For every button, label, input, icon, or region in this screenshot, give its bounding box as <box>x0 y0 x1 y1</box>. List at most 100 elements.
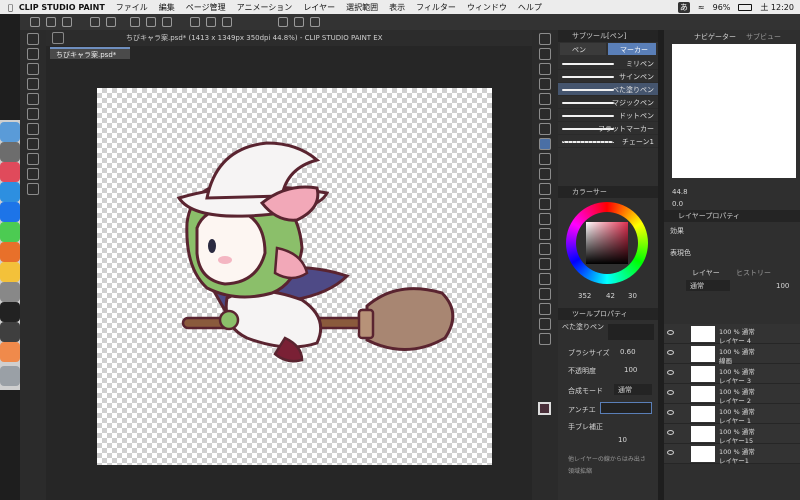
tab-history[interactable]: ヒストリー <box>736 268 771 278</box>
frame-tool-icon[interactable] <box>539 273 551 285</box>
tool-slot-3-icon[interactable] <box>27 63 39 75</box>
apple-icon[interactable]:  <box>8 3 13 12</box>
transform-icon[interactable] <box>146 17 156 27</box>
deselect-icon[interactable] <box>190 17 200 27</box>
tab-navigator[interactable]: ナビゲーター <box>694 32 736 42</box>
brush-item[interactable]: マジックペン <box>558 96 658 109</box>
layer-row[interactable]: 100 % 通常 レイヤー 2 <box>664 384 800 405</box>
document-tab[interactable]: ちびキャラ案.psd* <box>50 47 130 59</box>
balloon-tool-icon[interactable] <box>539 318 551 330</box>
pen-tool-icon[interactable] <box>539 138 551 150</box>
redo-icon[interactable] <box>106 17 116 27</box>
app-menu[interactable]: CLIP STUDIO PAINT <box>19 3 105 12</box>
tool-slot-11-icon[interactable] <box>27 183 39 195</box>
wifi-icon[interactable]: ≈ <box>698 3 705 12</box>
menu-page[interactable]: ページ管理 <box>186 2 226 13</box>
invert-icon[interactable] <box>222 17 232 27</box>
brush-item[interactable]: チェーン1 <box>558 135 658 148</box>
layer-row[interactable]: 100 % 通常 線画 <box>664 344 800 365</box>
blend-tool-icon[interactable] <box>539 213 551 225</box>
layer-row[interactable]: 100 % 通常 レイヤー1 <box>664 444 800 465</box>
brush-size-value[interactable]: 0.60 <box>620 348 636 356</box>
brush-tool-icon[interactable] <box>539 183 551 195</box>
menu-edit[interactable]: 編集 <box>159 2 175 13</box>
eye-icon[interactable] <box>667 330 674 335</box>
open-file-icon[interactable] <box>46 17 56 27</box>
eye-icon[interactable] <box>667 410 674 415</box>
select-tool-icon[interactable] <box>539 78 551 90</box>
snap-grid-icon[interactable] <box>310 17 320 27</box>
brush-item[interactable]: サインペン <box>558 70 658 83</box>
dock-app-launchpad[interactable] <box>0 142 20 162</box>
blend-mode-select[interactable]: 通常 <box>614 384 652 395</box>
pencil-tool-icon[interactable] <box>539 153 551 165</box>
opacity-value[interactable]: 100 <box>624 366 637 374</box>
menu-view[interactable]: 表示 <box>389 2 405 13</box>
menu-filter[interactable]: フィルター <box>416 2 456 13</box>
clock[interactable]: 土 12:20 <box>760 2 794 13</box>
navigator-preview[interactable] <box>672 44 796 178</box>
text-tool-icon[interactable] <box>539 303 551 315</box>
new-file-icon[interactable] <box>30 17 40 27</box>
brush-item[interactable]: ミリペン <box>558 57 658 70</box>
layer-row[interactable]: 100 % 通常 レイヤー 3 <box>664 364 800 385</box>
antialias-options[interactable] <box>600 402 652 414</box>
dock-app-terminal[interactable] <box>0 302 20 322</box>
menu-layer[interactable]: レイヤー <box>303 2 335 13</box>
gradient-tool-icon[interactable] <box>539 243 551 255</box>
dock-app-finder[interactable] <box>0 122 20 142</box>
input-mode-indicator[interactable]: あ <box>677 1 690 13</box>
dock-app-firefox[interactable] <box>0 242 20 262</box>
lasso-tool-icon[interactable] <box>539 93 551 105</box>
dock-app-music[interactable] <box>0 162 20 182</box>
canvas-window-buttons-icon[interactable] <box>52 32 64 44</box>
tool-slot-5-icon[interactable] <box>27 93 39 105</box>
eyedropper-tool-icon[interactable] <box>539 123 551 135</box>
tab-layer[interactable]: レイヤー <box>692 268 720 278</box>
battery-percent[interactable]: 96% <box>713 3 731 12</box>
eraser-tool-icon[interactable] <box>539 198 551 210</box>
eye-icon[interactable] <box>667 450 674 455</box>
subtool-tab-pen[interactable]: ペン <box>560 43 606 55</box>
dock-app-clipstudio[interactable] <box>0 322 20 342</box>
eye-icon[interactable] <box>667 370 674 375</box>
ruler-tool-icon[interactable] <box>539 288 551 300</box>
color-wheel[interactable] <box>566 202 648 284</box>
layer-blend-select[interactable]: 通常 <box>686 280 730 291</box>
clear-icon[interactable] <box>130 17 140 27</box>
eye-icon[interactable] <box>667 430 674 435</box>
tool-slot-2-icon[interactable] <box>27 48 39 60</box>
figure-tool-icon[interactable] <box>539 258 551 270</box>
zoom-tool-icon[interactable] <box>539 33 551 45</box>
airbrush-tool-icon[interactable] <box>539 168 551 180</box>
main-color-swatch[interactable] <box>538 402 551 415</box>
snap-special-ruler-icon[interactable] <box>294 17 304 27</box>
tool-slot-6-icon[interactable] <box>27 108 39 120</box>
subtool-tab-marker[interactable]: マーカー <box>608 43 656 55</box>
layer-row[interactable]: 100 % 通常 レイヤー15 <box>664 424 800 445</box>
brush-item[interactable]: ドットペン <box>558 109 658 122</box>
drawing-canvas[interactable] <box>97 88 492 465</box>
navigator-zoom[interactable]: 44.8 <box>672 188 688 196</box>
fill-icon[interactable] <box>162 17 172 27</box>
wand-tool-icon[interactable] <box>539 108 551 120</box>
menu-selection[interactable]: 選択範囲 <box>346 2 378 13</box>
tool-slot-4-icon[interactable] <box>27 78 39 90</box>
tool-slot-7-icon[interactable] <box>27 123 39 135</box>
dock-app-trash[interactable] <box>0 366 20 386</box>
tool-slot-10-icon[interactable] <box>27 168 39 180</box>
stabilization-value[interactable]: 10 <box>618 436 627 444</box>
eye-icon[interactable] <box>667 390 674 395</box>
dock-app-photos[interactable] <box>0 342 20 362</box>
undo-icon[interactable] <box>90 17 100 27</box>
dock-app-messages[interactable] <box>0 222 20 242</box>
tool-slot-9-icon[interactable] <box>27 153 39 165</box>
correct-line-tool-icon[interactable] <box>539 333 551 345</box>
dock-app-store[interactable] <box>0 202 20 222</box>
snap-ruler-icon[interactable] <box>278 17 288 27</box>
fill-tool-icon[interactable] <box>539 228 551 240</box>
menu-help[interactable]: ヘルプ <box>518 2 542 13</box>
brush-item[interactable]: フラットマーカー <box>558 122 658 135</box>
layer-row[interactable]: 100 % 通常 レイヤー 1 <box>664 404 800 425</box>
dock-app-chrome[interactable] <box>0 262 20 282</box>
